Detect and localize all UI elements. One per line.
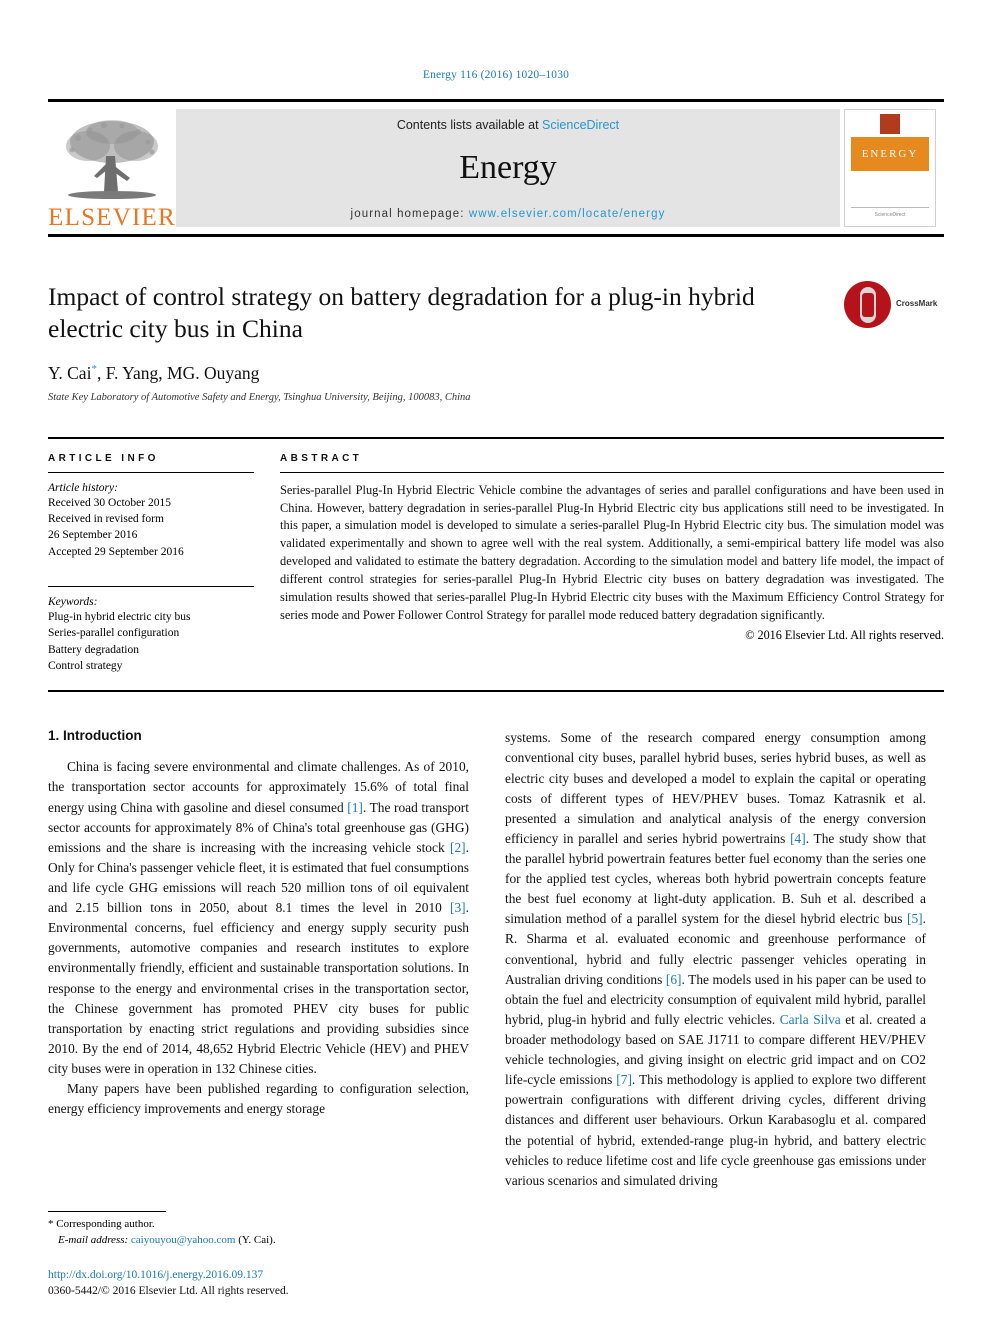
corresponding-author-note: * Corresponding author. (48, 1217, 469, 1233)
abstract-copyright: © 2016 Elsevier Ltd. All rights reserved… (745, 627, 944, 642)
body-column-right: systems. Some of the research compared e… (505, 728, 926, 1187)
running-head: Energy 116 (2016) 1020–1030 (422, 69, 570, 81)
article-history-0: Received 30 October 2015 (48, 496, 171, 509)
article-info-column: ARTICLE INFO Article history: Received 3… (48, 453, 276, 675)
corresponding-author-text: Corresponding author. (56, 1217, 155, 1230)
citation-ref-3[interactable]: [3] (450, 900, 466, 915)
intro-p3-f: . This methodology is applied to explore… (505, 1072, 926, 1188)
article-history-3: Accepted 29 September 2016 (48, 545, 184, 558)
cover-card: ENERGY ScienceDirect (844, 109, 936, 227)
abstract-text: Series-parallel Plug-In Hybrid Electric … (280, 482, 944, 622)
page-title: Impact of control strategy on battery de… (48, 282, 755, 343)
title-block: Impact of control strategy on battery de… (48, 278, 944, 403)
journal-homepage-link[interactable]: www.elsevier.com/locate/energy (469, 208, 666, 220)
journal-masthead: ELSEVIER Contents lists available at Sci… (48, 99, 944, 237)
keywords-block: Keywords: Plug-in hybrid electric city b… (48, 586, 254, 674)
intro-paragraph-3: systems. Some of the research compared e… (505, 728, 926, 1191)
cover-band-label: ENERGY (861, 148, 919, 160)
crossmark-badge-group[interactable]: CrossMark (844, 278, 944, 330)
intro-p3-a: systems. Some of the research compared e… (505, 730, 926, 846)
article-info-divider (48, 471, 254, 473)
citation-ref-4[interactable]: [4] (790, 831, 806, 846)
issn-copyright: 0360-5442/© 2016 Elsevier Ltd. All right… (48, 1284, 289, 1297)
citation-ref-1[interactable]: [1] (347, 800, 363, 815)
homepage-prefix: journal homepage: (350, 208, 469, 220)
article-history-2: 26 September 2016 (48, 529, 138, 542)
corresponding-author-star: * (48, 1217, 54, 1230)
cover-divider (851, 207, 929, 208)
section-heading-introduction: 1. Introduction (48, 728, 142, 744)
email-label: E-mail address: (58, 1233, 129, 1246)
keyword-3: Control strategy (48, 660, 123, 673)
body-column-left: 1. Introduction China is facing severe e… (48, 728, 469, 1158)
article-info-heading: ARTICLE INFO (48, 452, 159, 464)
email-link[interactable]: caiyouyou@yahoo.com (131, 1234, 236, 1246)
keywords-label: Keywords: (48, 596, 98, 609)
elsevier-wordmark: ELSEVIER (48, 204, 176, 231)
abstract-heading: ABSTRACT (280, 452, 363, 464)
elsevier-tree-icon (66, 120, 158, 199)
author-primary: Y. Cai (48, 362, 92, 383)
citation-ref-7[interactable]: [7] (616, 1072, 632, 1087)
article-history-label: Article history: (48, 481, 118, 494)
doi-block: http://dx.doi.org/10.1016/j.energy.2016.… (48, 1267, 469, 1299)
intro-paragraph-2: Many papers have been published regardin… (48, 1081, 469, 1117)
email-note: E-mail address: caiyouyou@yahoo.com (Y. … (48, 1233, 469, 1249)
keywords-divider (48, 586, 254, 588)
crossmark-label: CrossMark (896, 299, 938, 308)
doi-link[interactable]: http://dx.doi.org/10.1016/j.energy.2016.… (48, 1267, 469, 1283)
citation-ref-5[interactable]: [5] (907, 911, 923, 926)
journal-title: Energy (459, 149, 557, 186)
citation-ref-6[interactable]: [6] (666, 972, 682, 987)
article-page: Energy 116 (2016) 1020–1030 ELSEVIER Con… (0, 0, 992, 1323)
cover-emblem (880, 114, 900, 134)
author-list: Y. Cai*, F. Yang, MG. Ouyang (48, 363, 824, 384)
footnote-rule (48, 1210, 166, 1212)
keyword-0: Plug-in hybrid electric city bus (48, 611, 191, 624)
intro-p1-d: . Environmental concerns, fuel efficienc… (48, 900, 469, 1077)
contents-prefix: Contents lists available at (396, 118, 543, 132)
email-owner: (Y. Cai). (238, 1233, 276, 1246)
masthead-center: Contents lists available at ScienceDirec… (176, 109, 840, 227)
intro-paragraph-1: China is facing severe environmental and… (48, 757, 469, 1079)
journal-homepage-line: journal homepage: www.elsevier.com/locat… (351, 208, 666, 220)
body-columns: 1. Introduction China is facing severe e… (48, 728, 944, 1187)
crossmark-icon (844, 280, 891, 328)
abstract-divider (280, 471, 944, 473)
sciencedirect-link[interactable]: ScienceDirect (542, 118, 619, 132)
keyword-2: Battery degradation (48, 643, 140, 656)
footnote-area: * Corresponding author. E-mail address: … (48, 1210, 469, 1299)
article-history-1: Received in revised form (48, 513, 164, 526)
journal-cover-thumbnail: ENERGY ScienceDirect (840, 102, 944, 234)
citation-ref-2[interactable]: [2] (450, 840, 466, 855)
contents-available-line: Contents lists available at ScienceDirec… (397, 118, 619, 132)
keyword-1: Series-parallel configuration (48, 627, 180, 640)
author-link-carla-silva[interactable]: Carla Silva (780, 1012, 841, 1027)
affiliation: State Key Laboratory of Automotive Safet… (48, 391, 471, 403)
cover-title-band: ENERGY (851, 137, 929, 171)
author-others: , F. Yang, MG. Ouyang (96, 362, 260, 383)
info-abstract-section: ARTICLE INFO Article history: Received 3… (48, 436, 944, 693)
cover-footer-label: ScienceDirect (874, 212, 906, 218)
abstract-column: ABSTRACT Series-parallel Plug-In Hybrid … (276, 453, 944, 675)
elsevier-logo: ELSEVIER (48, 102, 176, 234)
